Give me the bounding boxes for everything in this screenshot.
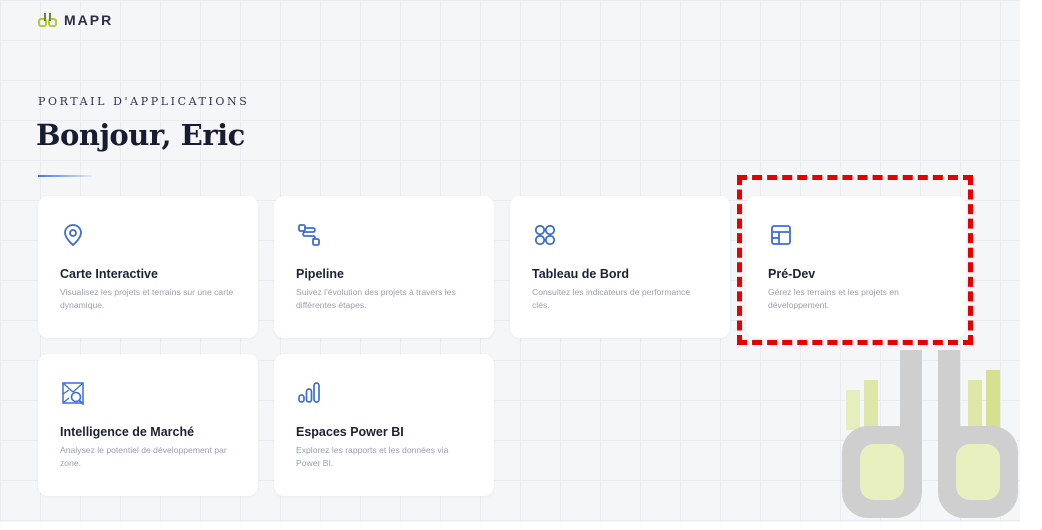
- app-card-intelligence-de-marche[interactable]: Intelligence de Marché Analysez le poten…: [38, 354, 258, 496]
- app-card-description: Suivez l'évolution des projets à travers…: [296, 287, 456, 310]
- page-title: Bonjour, Eric: [36, 118, 245, 152]
- app-card-title: Carte Interactive: [60, 267, 158, 281]
- app-card-title: Espaces Power BI: [296, 425, 404, 439]
- brand[interactable]: MAPR: [38, 12, 113, 28]
- app-card-tableau-de-bord[interactable]: Tableau de Bord Consultez les indicateur…: [510, 196, 730, 338]
- window-edge-bottom: [0, 522, 1042, 530]
- app-card-carte-interactive[interactable]: Carte Interactive Visualisez les projets…: [38, 196, 258, 338]
- app-card-espaces-power-bi[interactable]: Espaces Power BI Explorez les rapports e…: [274, 354, 494, 496]
- brand-logo-icon: [38, 13, 57, 27]
- map-pin-icon: [64, 224, 82, 246]
- highlight-annotation: [737, 175, 973, 345]
- app-card-title: Intelligence de Marché: [60, 425, 195, 439]
- app-card-description: Visualisez les projets et terrains sur u…: [60, 287, 234, 310]
- market-search-icon: [62, 382, 84, 405]
- brand-name: MAPR: [64, 12, 114, 28]
- app-card-description: Analysez le potentiel de développement p…: [60, 445, 227, 468]
- app-card-description: Explorez les rapports et les données via…: [296, 445, 449, 468]
- bar-chart-icon: [298, 382, 320, 403]
- route-icon: [298, 224, 320, 246]
- dashboard-grid-icon: [534, 224, 556, 246]
- app-card-description: Consultez les indicateurs de performance…: [532, 287, 691, 310]
- brand-watermark-icon: [842, 350, 1018, 518]
- title-underline: [38, 175, 92, 177]
- window-edge-right: [1020, 0, 1042, 530]
- app-card-title: Pipeline: [296, 267, 344, 281]
- app-card-title: Tableau de Bord: [532, 267, 630, 281]
- app-card-pipeline[interactable]: Pipeline Suivez l'évolution des projets …: [274, 196, 494, 338]
- page-eyebrow: PORTAIL D'APPLICATIONS: [38, 95, 250, 108]
